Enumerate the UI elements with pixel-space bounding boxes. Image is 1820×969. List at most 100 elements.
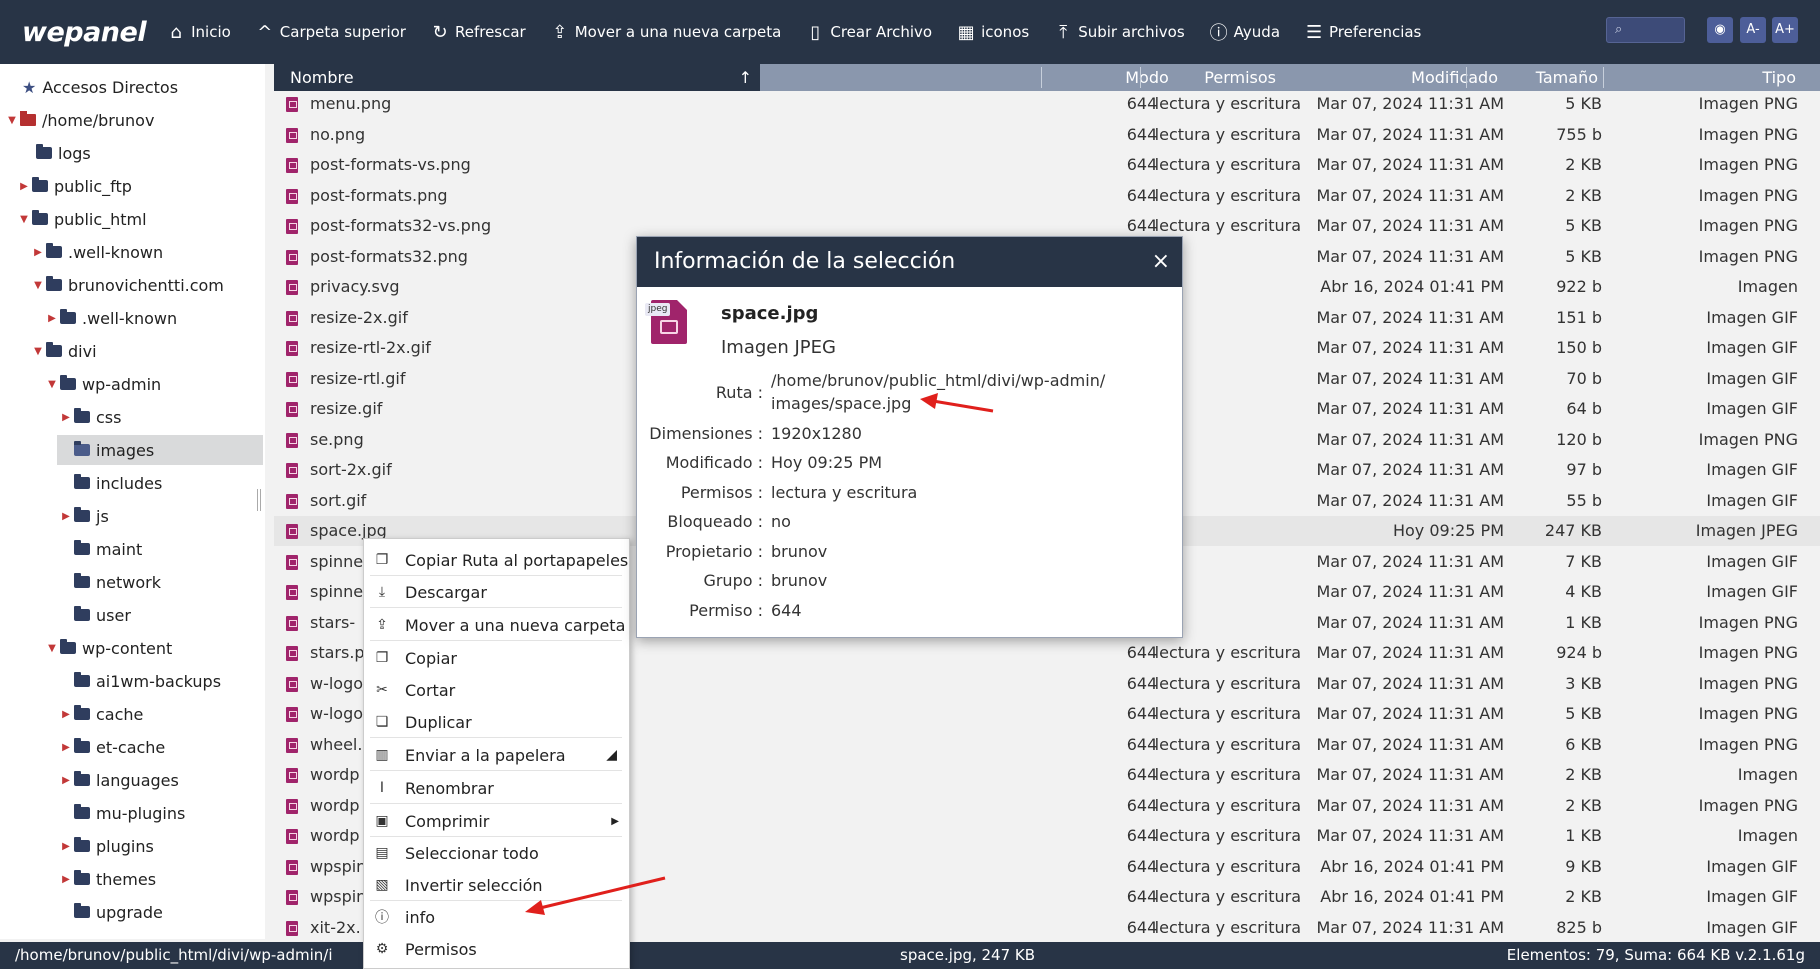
search-input[interactable]: ⌕ [1606,17,1685,43]
sidebar-item-well-known[interactable]: ▶ .well-known [32,237,163,267]
sidebar-item-themes[interactable]: ▶ themes [60,864,156,894]
app-logo[interactable]: wepanel [22,17,147,48]
menu-item-compress[interactable]: ▣ Comprimir ▶ [364,806,629,836]
caret-down-icon[interactable]: ▼ [32,280,44,291]
menu-item-permissions[interactable]: ⚙ Permisos [364,934,629,964]
file-name-cell: menu.png [286,89,391,119]
menu-item-cut[interactable]: ✂ Cortar [364,675,629,705]
sidebar-item-upgrade[interactable]: upgrade [60,897,163,927]
font-increase-button[interactable]: A+ [1772,17,1798,43]
sidebar-item-public-html[interactable]: ▼ public_html [18,204,146,234]
toolbar-create-file-button[interactable]: ▯ Crear Archivo [805,22,932,43]
sidebar-item-maint[interactable]: maint [60,534,142,564]
column-header-perms[interactable]: Permisos [1204,64,1276,91]
file-name: stars.p [310,643,365,662]
table-row[interactable]: post-formats.png lectura y escritura 644 Ma… [274,181,1820,211]
toolbar-upload-button[interactable]: ⤒ Subir archivos [1053,22,1184,43]
view-toggle-button[interactable]: ◉ [1707,17,1733,43]
field-label-owner: Propietario : [665,542,763,561]
sidebar-item-well-known-2[interactable]: ▶ .well-known [46,303,177,333]
caret-right-icon[interactable]: ▶ [60,841,72,852]
table-row[interactable]: post-formats-vs.png lectura y escritura 64… [274,150,1820,180]
sidebar-item-divi[interactable]: ▼ divi [32,336,96,366]
caret-right-icon[interactable]: ▶ [60,874,72,885]
caret-down-icon[interactable]: ▼ [46,379,58,390]
caret-right-icon[interactable]: ▶ [32,247,44,258]
toolbar-move-to-folder-button[interactable]: ⇪ Mover a una nueva carpeta [550,22,781,43]
menu-item-duplicate[interactable]: ❏ Duplicar [364,707,629,737]
close-icon[interactable]: × [1152,237,1170,287]
font-decrease-button[interactable]: A- [1740,17,1766,43]
caret-right-icon[interactable]: ▶ [18,181,30,192]
sidebar-item-languages[interactable]: ▶ languages [60,765,179,795]
file-mode: 644 [1126,186,1158,205]
toolbar-icons-view-button[interactable]: ▦ iconos [956,22,1030,43]
caret-right-icon[interactable]: ▶ [60,412,72,423]
column-header-mode[interactable]: Modo [1102,64,1192,91]
sidebar-item-plugins[interactable]: ▶ plugins [60,831,154,861]
column-header-type[interactable]: Tipo [1762,64,1796,91]
sidebar-item-home[interactable]: ▼ /home/brunov [6,105,154,135]
menu-item-trash[interactable]: ▥ Enviar a la papelera ◢ [364,740,629,770]
menu-item-download[interactable]: ⤓ Descargar [364,577,629,607]
sidebar-item-logs[interactable]: logs [22,138,91,168]
caret-down-icon[interactable]: ▼ [18,214,30,225]
sidebar-item-user[interactable]: user [60,600,131,630]
caret-down-icon[interactable]: ▼ [32,346,44,357]
column-header-modified[interactable]: Modificado [1411,64,1498,91]
sidebar-item-shortcuts[interactable]: ★ Accesos Directos [22,72,178,102]
caret-down-icon[interactable]: ▼ [6,115,18,126]
caret-down-icon[interactable]: ▼ [46,643,58,654]
file-name-cell: wordp [286,821,359,851]
sidebar-item-label: wp-content [82,638,173,658]
clipboard-icon: ❐ [375,552,389,568]
caret-right-icon[interactable]: ▶ [46,313,58,324]
archive-icon: ▣ [375,813,389,829]
sidebar-item-css[interactable]: ▶ css [60,402,121,432]
menu-item-select-all[interactable]: ▤ Seleccionar todo [364,838,629,868]
file-name-cell: wpspin [286,852,366,882]
sidebar-item-network[interactable]: network [60,567,161,597]
menu-item-info[interactable]: ⓘ info [364,902,629,932]
sidebar-item-ai1wm-backups[interactable]: ai1wm-backups [60,666,221,696]
toolbar-help-button[interactable]: ⓘ Ayuda [1209,19,1280,45]
folder-icon [46,342,62,357]
file-name: resize-2x.gif [310,308,408,327]
sidebar-item-wp-content[interactable]: ▼ wp-content [46,633,172,663]
text-cursor-icon: I [379,780,385,796]
caret-right-icon[interactable]: ▶ [60,709,72,720]
table-row[interactable]: no.png lectura y escritura 644 Mar 07, 2024… [274,120,1820,150]
sidebar-item-cache[interactable]: ▶ cache [60,699,143,729]
sidebar-resize-handle[interactable] [257,489,261,511]
sidebar-item-brunovichentti[interactable]: ▼ brunovichentti.com [32,270,224,300]
menu-item-invert-selection[interactable]: ▧ Invertir selección [364,870,629,900]
file-name: w-logo [310,674,364,693]
file-modified: Mar 07, 2024 11:31 AM [1316,674,1504,693]
sidebar-item-et-cache[interactable]: ▶ et-cache [60,732,165,762]
toolbar-preferences-button[interactable]: ☰ Preferencias [1304,22,1421,43]
menu-item-rename[interactable]: I Renombrar [364,773,629,803]
caret-right-icon[interactable]: ▶ [60,775,72,786]
menu-item-move[interactable]: ⇪ Mover a una nueva carpeta [364,610,629,640]
sidebar-item-images[interactable]: images [57,435,263,465]
toolbar-parent-folder-button[interactable]: ^ Carpeta superior [255,22,406,43]
sidebar-item-wp-admin[interactable]: ▼ wp-admin [46,369,161,399]
sidebar-item-label: images [96,440,155,460]
menu-item-label: Enviar a la papelera [405,745,566,765]
sidebar-item-mu-plugins[interactable]: mu-plugins [60,798,185,828]
column-header-name[interactable]: Nombre ↑ [274,64,760,91]
menu-item-copy[interactable]: ❐ Copiar [364,643,629,673]
file-type: Imagen GIF [1706,552,1798,571]
sidebar-item-public-ftp[interactable]: ▶ public_ftp [18,171,132,201]
file-modified: Mar 07, 2024 11:31 AM [1316,369,1504,388]
menu-item-copy-path[interactable]: ❐ Copiar Ruta al portapapeles [364,545,629,575]
toolbar-home-button[interactable]: ⌂ Inicio [166,22,230,43]
file-size: 2 KB [1565,155,1602,174]
column-header-size[interactable]: Tamaño [1536,64,1598,91]
table-row[interactable]: menu.png lectura y escritura 644 Mar 07, 20… [274,89,1820,119]
sidebar-item-includes[interactable]: includes [60,468,162,498]
sidebar-item-js[interactable]: ▶ js [60,501,109,531]
caret-right-icon[interactable]: ▶ [60,511,72,522]
toolbar-refresh-button[interactable]: ↻ Refrescar [430,22,525,43]
caret-right-icon[interactable]: ▶ [60,742,72,753]
